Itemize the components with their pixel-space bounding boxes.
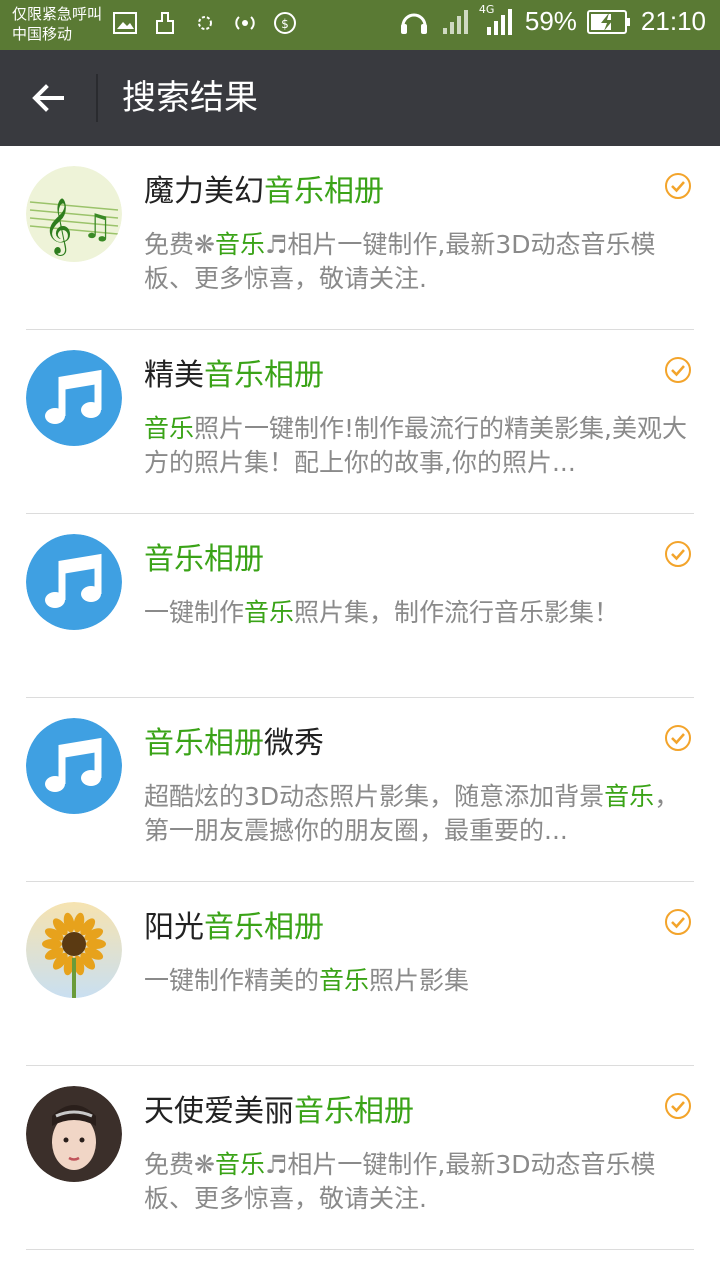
verified-check-icon [665,1093,691,1119]
title-text: 阳光 [144,910,204,945]
svg-text:$: $ [281,17,289,31]
portrait-avatar [26,1086,122,1182]
verified-check-icon [665,909,691,935]
carrier-line2: 中国移动 [12,25,73,43]
title-text: 微秀 [264,726,324,761]
wifi-hotspot-icon [235,16,255,30]
result-description: 免费❋音乐♬相片一键制作,最新3D动态音乐模板、更多惊喜，敬请关注. [144,1148,692,1216]
toolbar-divider [96,74,98,122]
item-divider [26,1249,694,1250]
title-text: 精美 [144,358,204,393]
image-icon [113,12,137,34]
title-keyword: 音乐相册 [144,726,264,761]
music-note-avatar [26,534,122,630]
description-text: 免费❋ [144,230,215,259]
verified-check-icon [665,541,691,567]
description-keyword: 音乐 [319,966,370,995]
result-description: 音乐照片一键制作!制作最流行的精美影集,美观大方的照片集！配上你的故事,你的照片… [144,412,692,480]
result-title: 天使爱美丽音乐相册 [144,1092,414,1132]
battery-charging-icon [586,9,630,34]
result-item[interactable]: 精美音乐相册 音乐照片一键制作!制作最流行的精美影集,美观大方的照片集！配上你的故… [0,330,720,514]
status-bar: 仅限紧急呼叫 中国移动 $ 4G 59% 21:10 [0,0,720,50]
title-text: 天使爱美丽 [144,1094,294,1129]
description-text: 照片集，制作流行音乐影集！ [294,598,620,627]
signal-4g: 4G [479,3,515,37]
battery-percent: 59% [524,6,577,36]
music-staff-avatar: 𝄞 ♫ [26,166,122,262]
result-item[interactable]: 音乐相册一键制作音乐照片集，制作流行音乐影集！ [0,514,720,698]
result-title: 音乐相册 [144,540,264,580]
weather-icon [198,16,212,30]
result-item[interactable]: 音乐相册微秀超酷炫的3D动态照片影集，随意添加背景音乐，第一朋友震撼你的朋友圈，… [0,698,720,882]
description-text: 一键制作精美的 [144,966,320,995]
music-note-avatar [26,718,122,814]
verified-check-icon [665,357,691,383]
description-keyword: 音乐 [214,230,265,259]
result-description: 超酷炫的3D动态照片影集，随意添加背景音乐，第一朋友震撼你的朋友圈，最重要的..… [144,780,692,848]
title-keyword: 音乐相册 [204,910,324,945]
result-title: 精美音乐相册 [144,356,324,396]
headphones-icon [400,13,427,34]
result-description: 一键制作音乐照片集，制作流行音乐影集！ [144,596,692,630]
description-text: 照片一键制作!制作最流行的精美影集,美观大方的照片集！配上你的故事,你的照片..… [144,414,687,477]
svg-text:♫: ♫ [82,207,112,247]
result-description: 一键制作精美的音乐照片影集 [144,964,692,998]
verified-check-icon [665,725,691,751]
description-keyword: 音乐 [244,598,295,627]
result-title: 魔力美幻音乐相册 [144,172,384,212]
verified-check-icon [665,173,691,199]
result-title: 音乐相册微秀 [144,724,324,764]
result-title: 阳光音乐相册 [144,908,324,948]
description-keyword: 音乐 [214,1150,265,1179]
description-keyword: 音乐 [144,414,195,443]
description-text: 照片影集 [369,966,470,995]
search-results-list: 𝄞 ♫ 魔力美幻音乐相册 免费❋音乐♬相片一键制作,最新3D动态音乐模板、更多惊喜，敬… [0,146,720,1250]
title-keyword: 音乐相册 [204,358,324,393]
cleaner-icon [156,12,174,34]
notification-icons: $ [112,10,298,36]
title-keyword: 音乐相册 [264,174,384,209]
result-item[interactable]: 𝄞 ♫ 魔力美幻音乐相册免费❋音乐♬相片一键制作,最新3D动态音乐模板、更多惊喜，敬… [0,146,720,330]
title-keyword: 音乐相册 [144,542,264,577]
music-note-avatar [26,350,122,446]
description-text: 超酷炫的3D动态照片影集，随意添加背景 [144,782,605,811]
description-keyword: 音乐 [604,782,655,811]
clock: 21:10 [640,6,706,36]
sunflower-avatar [26,902,122,998]
carrier-info: 仅限紧急呼叫 中国移动 [12,4,102,44]
music-service-icon: $ [274,12,296,34]
back-arrow-icon[interactable] [28,78,68,118]
result-item[interactable]: 阳光音乐相册一键制作精美的音乐照片影集 [0,882,720,1066]
network-type: 4G [478,2,495,16]
result-description: 免费❋音乐♬相片一键制作,最新3D动态音乐模板、更多惊喜，敬请关注. [144,228,692,296]
title-keyword: 音乐相册 [294,1094,414,1129]
page-title: 搜索结果 [122,78,258,118]
toolbar: 搜索结果 [0,50,720,146]
description-text: 免费❋ [144,1150,215,1179]
description-text: 一键制作 [144,598,245,627]
result-item[interactable]: 天使爱美丽音乐相册免费❋音乐♬相片一键制作,最新3D动态音乐模板、更多惊喜，敬请… [0,1066,720,1250]
carrier-line1: 仅限紧急呼叫 [12,5,103,23]
svg-text:𝄞: 𝄞 [44,198,72,256]
status-right: 4G 59% 21:10 [399,3,706,37]
signal-icon-1 [442,9,468,34]
title-text: 魔力美幻 [144,174,264,209]
